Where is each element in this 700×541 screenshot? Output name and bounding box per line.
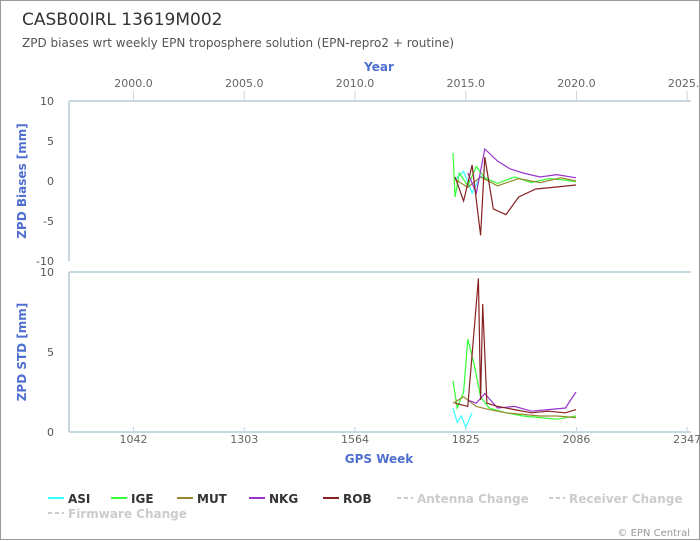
series-line-std-rob	[454, 278, 577, 414]
y-axis-title-std: ZPD STD [mm]	[15, 303, 29, 402]
legend-label: MUT	[197, 492, 228, 506]
y-axis-title-bias: ZPD Biases [mm]	[15, 123, 29, 239]
x-top-tick-label: 2000.0	[114, 77, 153, 90]
x-top-tick-label: 2025.0	[668, 77, 700, 90]
series-layer	[452, 147, 577, 429]
zpd-chart: CASB00IRL 13619M002 ZPD biases wrt weekl…	[15, 10, 700, 539]
legend-label: IGE	[131, 492, 154, 506]
legend-label: NKG	[269, 492, 298, 506]
x-top-tick-label: 2015.0	[446, 77, 485, 90]
x-bottom-axis-title: GPS Week	[345, 452, 415, 466]
y-tick-label-bias: -5	[43, 215, 54, 228]
legend: ASI IGE MUT NKG ROB Antenna Change Receiver Ch…	[48, 492, 683, 521]
series-line-bias-rob	[454, 156, 577, 236]
y-tick-label-bias: 5	[47, 135, 54, 148]
x-bottom-tick-label: 1825	[452, 433, 480, 446]
legend-label: Firmware Change	[68, 507, 187, 521]
x-bottom-tick-label: 1042	[119, 433, 147, 446]
legend-item-nkg[interactable]: NKG	[249, 492, 298, 506]
legend-label: Receiver Change	[569, 492, 683, 506]
x-top-axis-title: Year	[363, 60, 394, 74]
x-top-tick-label: 2005.0	[225, 77, 264, 90]
legend-item-mut[interactable]: MUT	[177, 492, 228, 506]
y-tick-label-bias: 10	[40, 95, 54, 108]
y-tick-label-std: 0	[47, 426, 54, 439]
x-bottom-tick-label: 1564	[341, 433, 369, 446]
y-tick-label-std: 5	[47, 346, 54, 359]
legend-item-antenna-change[interactable]: Antenna Change	[397, 492, 529, 506]
credit-text: © EPN Central	[617, 528, 690, 539]
x-bottom-tick-label: 1303	[230, 433, 258, 446]
legend-item-rob[interactable]: ROB	[323, 492, 372, 506]
legend-label: ROB	[343, 492, 372, 506]
legend-item-asi[interactable]: ASI	[48, 492, 90, 506]
x-bottom-tick-label: 2347	[673, 433, 700, 446]
legend-item-firmware-change[interactable]: Firmware Change	[48, 507, 187, 521]
y-tick-label-std: 10	[40, 266, 54, 279]
y-tick-label-bias: 0	[47, 175, 54, 188]
axes-layer: 2000.0 2005.0 2010.0 2015.0 2020.0 2025.0 1042…	[36, 77, 700, 446]
legend-item-receiver-change[interactable]: Receiver Change	[549, 492, 683, 506]
legend-label: Antenna Change	[417, 492, 529, 506]
series-line-std-ige	[452, 339, 577, 420]
chart-subtitle: ZPD biases wrt weekly EPN troposphere so…	[22, 36, 454, 50]
x-bottom-tick-label: 2086	[562, 433, 590, 446]
legend-label: ASI	[68, 492, 90, 506]
series-line-std-asi	[452, 407, 473, 429]
x-top-tick-label: 2010.0	[336, 77, 375, 90]
x-top-tick-label: 2020.0	[557, 77, 596, 90]
chart-frame: CASB00IRL 13619M002 ZPD biases wrt weekl…	[0, 0, 700, 540]
legend-item-ige[interactable]: IGE	[111, 492, 154, 506]
chart-title: CASB00IRL 13619M002	[22, 10, 222, 30]
